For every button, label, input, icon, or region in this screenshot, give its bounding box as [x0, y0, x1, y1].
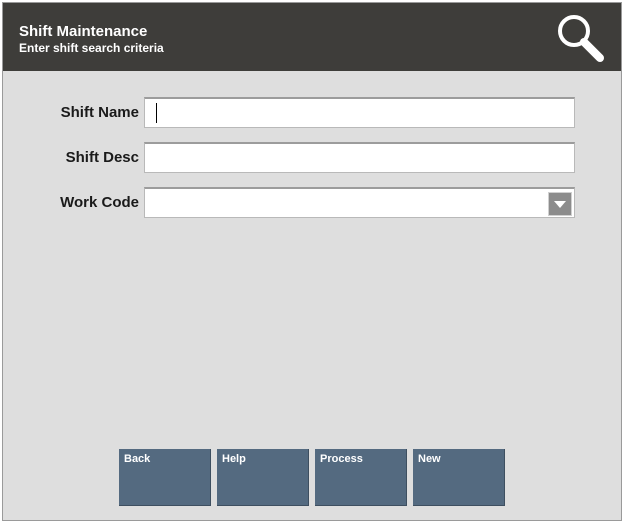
work-code-dropdown-button[interactable] — [548, 192, 572, 216]
shift-desc-label: Shift Desc — [65, 149, 139, 166]
work-code-label: Work Code — [60, 194, 139, 211]
chevron-down-icon — [554, 201, 566, 208]
page-subtitle: Enter shift search criteria — [19, 41, 164, 55]
shift-name-label: Shift Name — [60, 104, 139, 121]
new-button[interactable]: New — [413, 449, 505, 506]
text-caret — [156, 103, 157, 123]
back-button[interactable]: Back — [119, 449, 211, 506]
shift-maintenance-window: Shift Maintenance Enter shift search cri… — [2, 2, 622, 521]
search-icon — [558, 15, 604, 62]
help-button[interactable]: Help — [217, 449, 309, 506]
shift-name-input[interactable] — [144, 97, 575, 128]
work-code-select[interactable] — [144, 187, 575, 218]
process-button[interactable]: Process — [315, 449, 407, 506]
header-bar: Shift Maintenance Enter shift search cri… — [3, 3, 621, 71]
page-title: Shift Maintenance — [19, 23, 148, 40]
shift-desc-input[interactable] — [144, 142, 575, 173]
